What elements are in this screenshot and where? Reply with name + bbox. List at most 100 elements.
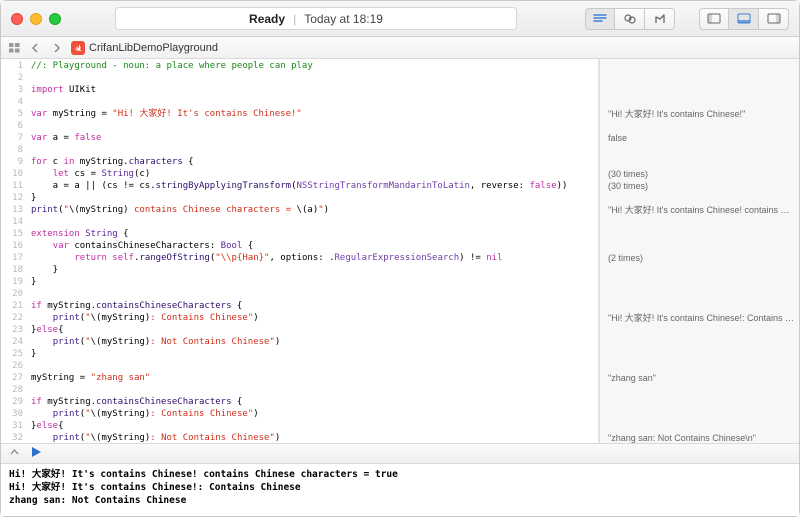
code-line[interactable]: myString = "zhang san" bbox=[31, 372, 598, 384]
line-number: 21 bbox=[1, 300, 29, 312]
code-line[interactable] bbox=[31, 216, 598, 228]
status-separator: | bbox=[293, 12, 296, 26]
panel-toggle-group bbox=[699, 8, 789, 30]
result-line[interactable]: "zhang san: Not Contains Chinese\n" bbox=[608, 432, 795, 443]
code-line[interactable]: var a = false bbox=[31, 132, 598, 144]
line-number: 1 bbox=[1, 60, 29, 72]
code-line[interactable]: print("\(myString) contains Chinese char… bbox=[31, 204, 598, 216]
jump-bar: CrifanLibDemoPlayground bbox=[1, 37, 799, 59]
standard-editor-button[interactable] bbox=[585, 8, 615, 30]
editor-area: 1234567891011121314151617181920212223242… bbox=[1, 59, 799, 444]
code-line[interactable] bbox=[31, 144, 598, 156]
code-line[interactable] bbox=[31, 288, 598, 300]
code-line[interactable]: print("\(myString): Not Contains Chinese… bbox=[31, 336, 598, 348]
code-line[interactable]: a = a || (cs != cs.stringByApplyingTrans… bbox=[31, 180, 598, 192]
code-line[interactable]: for c in myString.characters { bbox=[31, 156, 598, 168]
assistant-editor-button[interactable] bbox=[615, 8, 645, 30]
code-line[interactable]: if myString.containsChineseCharacters { bbox=[31, 396, 598, 408]
line-number: 24 bbox=[1, 336, 29, 348]
related-items-button[interactable] bbox=[9, 43, 21, 53]
version-editor-button[interactable] bbox=[645, 8, 675, 30]
code-line[interactable]: } bbox=[31, 264, 598, 276]
result-line bbox=[608, 408, 795, 420]
result-line[interactable]: "Hi! 大家好! It's contains Chinese!" bbox=[608, 108, 795, 120]
result-line bbox=[608, 264, 795, 276]
result-line bbox=[608, 120, 795, 132]
run-playground-button[interactable] bbox=[30, 446, 42, 461]
code-line[interactable]: }else{ bbox=[31, 420, 598, 432]
close-window-button[interactable] bbox=[11, 13, 23, 25]
result-line bbox=[608, 60, 795, 72]
code-line[interactable]: if myString.containsChineseCharacters { bbox=[31, 300, 598, 312]
line-number: 5 bbox=[1, 108, 29, 120]
status-time: Today at 18:19 bbox=[304, 12, 383, 26]
code-line[interactable]: print("\(myString): Contains Chinese") bbox=[31, 312, 598, 324]
code-line[interactable]: var containsChineseCharacters: Bool { bbox=[31, 240, 598, 252]
code-line[interactable]: }else{ bbox=[31, 324, 598, 336]
line-number: 13 bbox=[1, 204, 29, 216]
code-line[interactable] bbox=[31, 120, 598, 132]
result-line[interactable]: "zhang san" bbox=[608, 372, 795, 384]
result-line[interactable]: "Hi! 大家好! It's contains Chinese! contain… bbox=[608, 204, 795, 216]
code-line[interactable]: return self.rangeOfString("\\p{Han}", op… bbox=[31, 252, 598, 264]
zoom-window-button[interactable] bbox=[49, 13, 61, 25]
result-line bbox=[608, 216, 795, 228]
breadcrumb-file-name: CrifanLibDemoPlayground bbox=[89, 42, 218, 54]
code-line[interactable] bbox=[31, 384, 598, 396]
result-line bbox=[608, 420, 795, 432]
line-number: 17 bbox=[1, 252, 29, 264]
code-line[interactable]: import UIKit bbox=[31, 84, 598, 96]
source-editor[interactable]: //: Playground - noun: a place where peo… bbox=[29, 59, 599, 443]
result-line bbox=[608, 396, 795, 408]
nav-forward-button[interactable] bbox=[50, 43, 63, 53]
result-line bbox=[608, 144, 795, 156]
line-number: 23 bbox=[1, 324, 29, 336]
code-line[interactable]: } bbox=[31, 348, 598, 360]
result-line bbox=[608, 384, 795, 396]
code-line[interactable]: print("\(myString): Not Contains Chinese… bbox=[31, 432, 598, 443]
code-line[interactable]: } bbox=[31, 192, 598, 204]
minimize-window-button[interactable] bbox=[30, 13, 42, 25]
toggle-left-panel-button[interactable] bbox=[699, 8, 729, 30]
result-line[interactable]: false bbox=[608, 132, 795, 144]
result-line bbox=[608, 288, 795, 300]
nav-back-button[interactable] bbox=[29, 43, 42, 53]
line-number: 19 bbox=[1, 276, 29, 288]
result-line bbox=[608, 192, 795, 204]
result-line[interactable]: "Hi! 大家好! It's contains Chinese!: Contai… bbox=[608, 312, 795, 324]
result-line bbox=[608, 228, 795, 240]
line-number: 3 bbox=[1, 84, 29, 96]
line-number: 26 bbox=[1, 360, 29, 372]
line-number: 25 bbox=[1, 348, 29, 360]
result-line bbox=[608, 240, 795, 252]
line-number: 6 bbox=[1, 120, 29, 132]
code-line[interactable]: } bbox=[31, 276, 598, 288]
console-output[interactable]: Hi! 大家好! It's contains Chinese! contains… bbox=[1, 464, 799, 516]
code-line[interactable] bbox=[31, 360, 598, 372]
line-number: 30 bbox=[1, 408, 29, 420]
code-line[interactable]: var myString = "Hi! 大家好! It's contains C… bbox=[31, 108, 598, 120]
results-sidebar: "Hi! 大家好! It's contains Chinese!" false (3… bbox=[599, 59, 799, 443]
code-line[interactable]: extension String { bbox=[31, 228, 598, 240]
line-number: 9 bbox=[1, 156, 29, 168]
activity-status-pill: Ready | Today at 18:19 bbox=[115, 7, 517, 30]
breadcrumb[interactable]: CrifanLibDemoPlayground bbox=[71, 41, 218, 55]
toggle-debug-area-button[interactable] bbox=[9, 447, 20, 461]
line-number: 27 bbox=[1, 372, 29, 384]
window-titlebar: Ready | Today at 18:19 bbox=[1, 1, 799, 37]
line-number: 12 bbox=[1, 192, 29, 204]
toggle-bottom-panel-button[interactable] bbox=[729, 8, 759, 30]
code-line[interactable]: //: Playground - noun: a place where peo… bbox=[31, 60, 598, 72]
code-line[interactable] bbox=[31, 96, 598, 108]
code-line[interactable]: print("\(myString): Contains Chinese") bbox=[31, 408, 598, 420]
result-line[interactable]: (30 times) bbox=[608, 168, 795, 180]
code-line[interactable] bbox=[31, 72, 598, 84]
toggle-right-panel-button[interactable] bbox=[759, 8, 789, 30]
result-line[interactable]: (2 times) bbox=[608, 252, 795, 264]
code-line[interactable]: let cs = String(c) bbox=[31, 168, 598, 180]
line-number: 16 bbox=[1, 240, 29, 252]
line-number: 32 bbox=[1, 432, 29, 444]
result-line bbox=[608, 324, 795, 336]
status-label: Ready bbox=[249, 12, 285, 26]
result-line[interactable]: (30 times) bbox=[608, 180, 795, 192]
